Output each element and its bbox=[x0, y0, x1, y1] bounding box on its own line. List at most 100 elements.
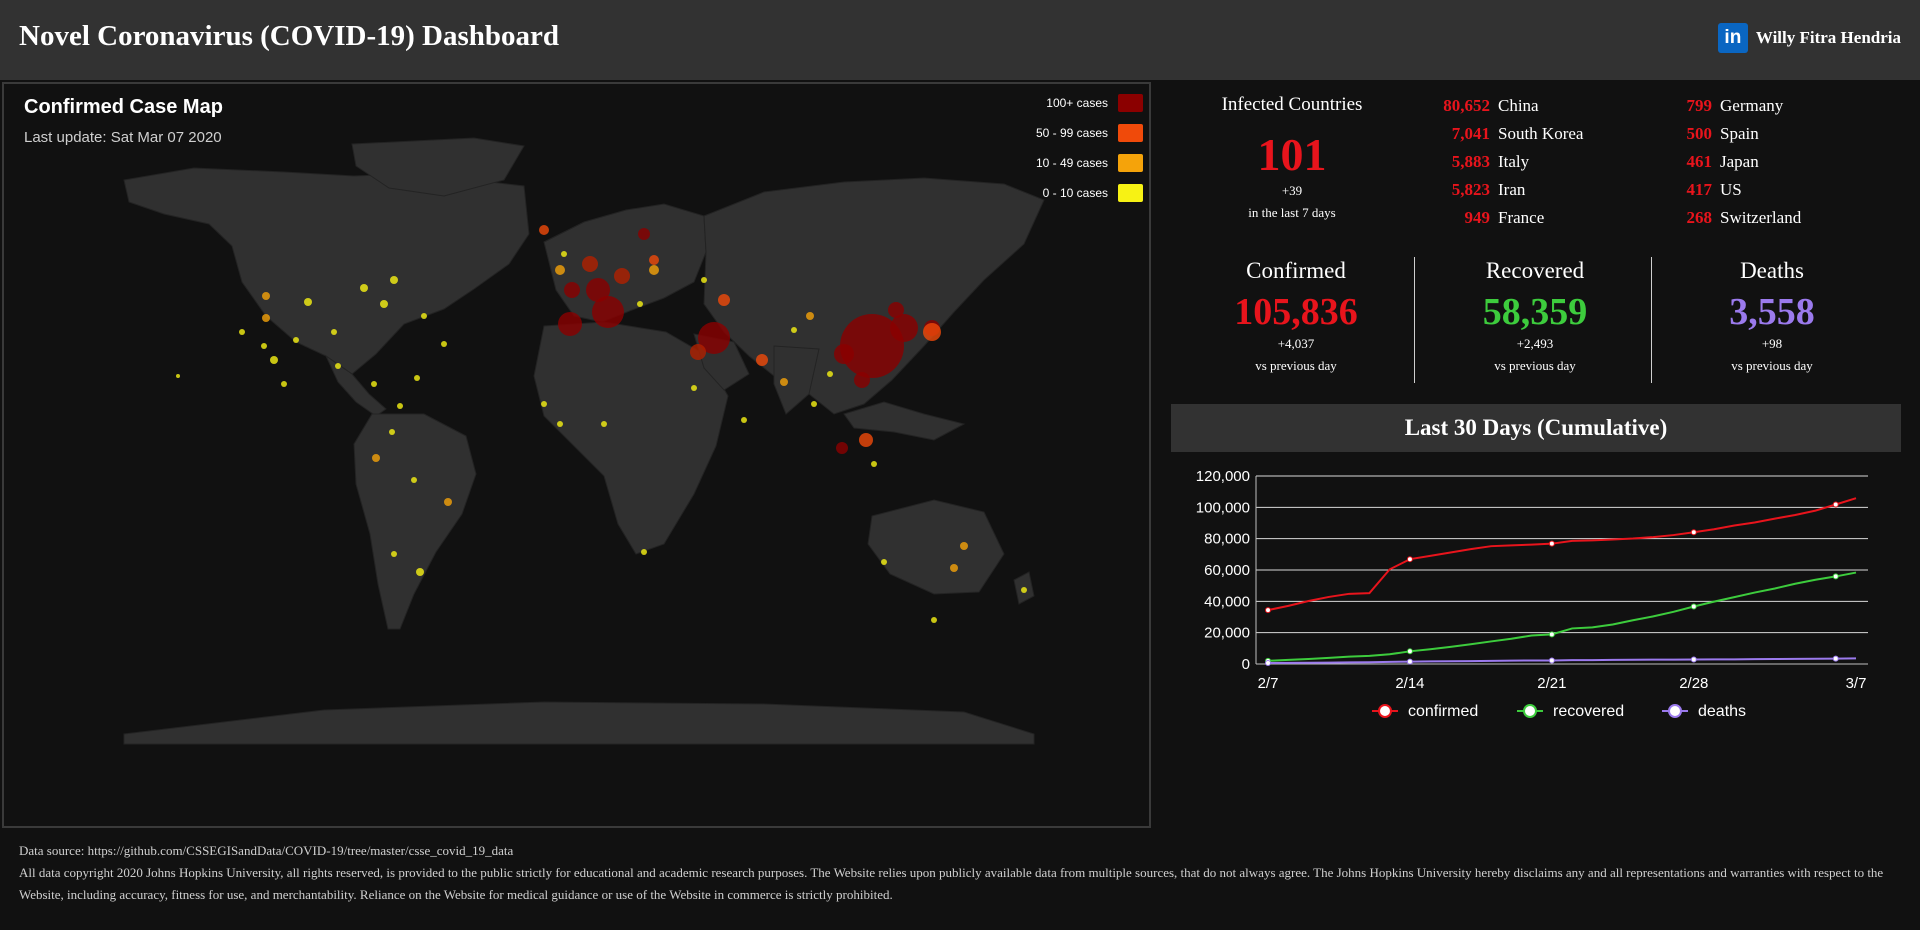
case-bubble[interactable] bbox=[836, 442, 848, 454]
case-bubble[interactable] bbox=[638, 228, 650, 240]
case-bubble[interactable] bbox=[421, 313, 427, 319]
series-line-deaths[interactable] bbox=[1267, 657, 1857, 664]
linkedin-icon[interactable]: in bbox=[1717, 23, 1748, 53]
case-bubble[interactable] bbox=[262, 292, 270, 300]
data-point-deaths[interactable] bbox=[1406, 658, 1413, 665]
case-bubble[interactable] bbox=[859, 433, 873, 447]
case-bubble[interactable] bbox=[261, 343, 267, 349]
case-bubble[interactable] bbox=[718, 294, 730, 306]
case-bubble[interactable] bbox=[701, 277, 707, 283]
case-bubble[interactable] bbox=[239, 329, 245, 335]
series-line-recovered[interactable] bbox=[1267, 571, 1857, 662]
case-bubble[interactable] bbox=[561, 251, 567, 257]
case-bubble[interactable] bbox=[391, 551, 397, 557]
case-bubble[interactable] bbox=[380, 300, 388, 308]
case-bubble[interactable] bbox=[371, 381, 377, 387]
data-point-recovered[interactable] bbox=[1406, 648, 1413, 655]
case-bubble[interactable] bbox=[414, 375, 420, 381]
data-point-deaths[interactable] bbox=[1832, 655, 1839, 662]
case-bubble[interactable] bbox=[601, 421, 607, 427]
data-point-confirmed[interactable] bbox=[1406, 556, 1413, 563]
case-bubble[interactable] bbox=[331, 329, 337, 335]
data-point-deaths[interactable] bbox=[1548, 657, 1555, 664]
case-bubble[interactable] bbox=[931, 617, 937, 623]
data-point-confirmed[interactable] bbox=[1832, 501, 1839, 508]
case-bubble[interactable] bbox=[649, 265, 659, 275]
case-bubble[interactable] bbox=[270, 356, 278, 364]
data-point-recovered[interactable] bbox=[1548, 631, 1555, 638]
case-bubble[interactable] bbox=[811, 401, 817, 407]
case-bubble[interactable] bbox=[614, 268, 630, 284]
case-bubble[interactable] bbox=[304, 298, 312, 306]
case-bubble[interactable] bbox=[806, 312, 814, 320]
kpi-divider bbox=[1414, 257, 1415, 383]
case-bubble[interactable] bbox=[555, 265, 565, 275]
trend-line-chart[interactable]: 0 20,000 40,000 60,000 80,000 100,000 120,000 2… bbox=[1162, 456, 1902, 816]
legend-item-recovered[interactable]: recovered bbox=[1517, 703, 1624, 720]
case-bubble[interactable] bbox=[411, 477, 417, 483]
confirmed-value: 105,836 bbox=[1234, 291, 1358, 333]
author-link[interactable]: in Willy Fitra Hendria bbox=[1717, 23, 1901, 53]
case-bubble[interactable] bbox=[360, 284, 368, 292]
data-point-confirmed[interactable] bbox=[1265, 607, 1271, 614]
case-bubble[interactable] bbox=[888, 302, 904, 318]
country-name: US bbox=[1720, 180, 1742, 199]
case-bubble[interactable] bbox=[558, 312, 582, 336]
data-point-recovered[interactable] bbox=[1832, 573, 1839, 580]
case-bubble[interactable] bbox=[641, 549, 647, 555]
case-bubble[interactable] bbox=[444, 498, 452, 506]
case-bubble[interactable] bbox=[389, 429, 395, 435]
author-name[interactable]: Willy Fitra Hendria bbox=[1756, 28, 1901, 48]
case-bubble[interactable] bbox=[262, 314, 270, 322]
case-bubble[interactable] bbox=[649, 255, 659, 265]
case-bubble[interactable] bbox=[780, 378, 788, 386]
case-bubble[interactable] bbox=[281, 381, 287, 387]
case-bubble[interactable] bbox=[690, 344, 706, 360]
case-bubble[interactable] bbox=[1021, 587, 1027, 593]
legend-item-deaths[interactable]: deaths bbox=[1662, 703, 1746, 720]
legend-item-confirmed[interactable]: confirmed bbox=[1372, 703, 1478, 720]
case-bubble[interactable] bbox=[582, 256, 598, 272]
legend-label: confirmed bbox=[1408, 703, 1478, 720]
case-bubble[interactable] bbox=[637, 301, 643, 307]
case-bubble[interactable] bbox=[923, 323, 941, 341]
map-title: Confirmed Case Map bbox=[24, 96, 223, 118]
case-bubble[interactable] bbox=[416, 568, 424, 576]
case-bubble[interactable] bbox=[871, 461, 877, 467]
case-bubble[interactable] bbox=[441, 341, 447, 347]
data-source-link[interactable]: Data source: https://github.com/CSSEGISa… bbox=[19, 840, 1909, 862]
data-point-recovered[interactable] bbox=[1690, 603, 1697, 610]
case-bubble[interactable] bbox=[176, 374, 180, 378]
case-bubble[interactable] bbox=[834, 344, 854, 364]
case-bubble[interactable] bbox=[557, 421, 563, 427]
case-bubble[interactable] bbox=[293, 337, 299, 343]
case-bubble[interactable] bbox=[397, 403, 403, 409]
country-count: 461 bbox=[1686, 152, 1713, 171]
case-bubble[interactable] bbox=[881, 559, 887, 565]
legend-swatch bbox=[1118, 184, 1143, 202]
data-point-deaths[interactable] bbox=[1690, 656, 1697, 663]
case-bubble[interactable] bbox=[791, 327, 797, 333]
case-bubble[interactable] bbox=[541, 401, 547, 407]
case-bubble[interactable] bbox=[539, 225, 549, 235]
series-line-confirmed[interactable] bbox=[1267, 497, 1857, 612]
data-point-deaths[interactable] bbox=[1265, 659, 1271, 666]
case-bubble[interactable] bbox=[691, 385, 697, 391]
data-point-confirmed[interactable] bbox=[1548, 540, 1555, 547]
case-bubble[interactable] bbox=[586, 278, 610, 302]
case-bubble[interactable] bbox=[890, 314, 918, 342]
case-bubble[interactable] bbox=[335, 363, 341, 369]
case-bubble[interactable] bbox=[827, 371, 833, 377]
legend-label: 50 - 99 cases bbox=[1035, 126, 1108, 140]
case-bubble[interactable] bbox=[960, 542, 968, 550]
case-bubble[interactable] bbox=[756, 354, 768, 366]
case-bubble[interactable] bbox=[390, 276, 398, 284]
case-bubble[interactable] bbox=[950, 564, 958, 572]
case-bubble[interactable] bbox=[854, 372, 870, 388]
case-bubble[interactable] bbox=[564, 282, 580, 298]
data-point-confirmed[interactable] bbox=[1690, 529, 1697, 536]
x-tick-label: 2/14 bbox=[1395, 675, 1424, 692]
case-bubble[interactable] bbox=[741, 417, 747, 423]
deaths-sub: vs previous day bbox=[1731, 358, 1813, 373]
case-bubble[interactable] bbox=[372, 454, 380, 462]
